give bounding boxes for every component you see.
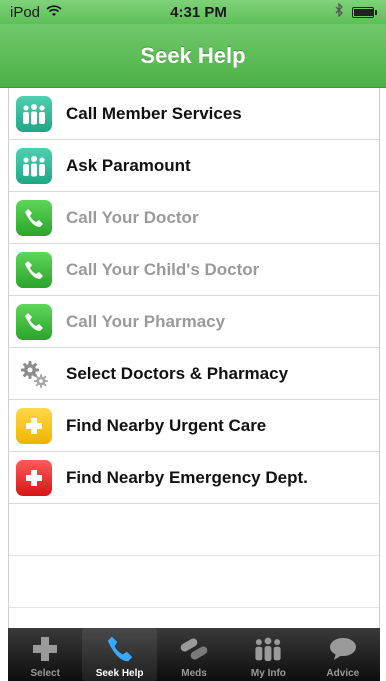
list-item-select-doctors-pharmacy[interactable]: Select Doctors & Pharmacy (9, 348, 379, 400)
gears-icon (16, 356, 52, 392)
status-left: iPod (10, 4, 62, 21)
plus-icon (16, 459, 52, 496)
plus-icon (28, 633, 62, 665)
tab-label: Select (30, 668, 60, 679)
tab-meds[interactable]: Meds (157, 628, 231, 681)
page-title: Seek Help (140, 42, 246, 68)
list-item-label: Ask Paramount (66, 155, 191, 175)
list-item-call-member-services[interactable]: Call Member Services (9, 88, 379, 140)
list-item-call-your-doctor[interactable]: Call Your Doctor (9, 192, 379, 244)
list-item-call-your-childs-doctor[interactable]: Call Your Child's Doctor (9, 244, 379, 296)
tab-label: Meds (181, 668, 207, 679)
list-item-label: Call Your Pharmacy (66, 311, 226, 331)
tab-label: My Info (250, 668, 286, 679)
list-item-label: Find Nearby Urgent Care (66, 415, 267, 435)
seek-help-list: Call Member Services Ask Paramount Call … (8, 88, 380, 628)
list-item-label: Find Nearby Emergency Dept. (66, 467, 308, 487)
people-icon (16, 147, 52, 184)
tab-seek-help[interactable]: Seek Help (82, 628, 157, 681)
list-item-ask-paramount[interactable]: Ask Paramount (9, 140, 379, 192)
tab-advice[interactable]: Advice (306, 628, 380, 681)
status-bar: iPod 4:31 PM (0, 0, 386, 24)
list-item-label: Select Doctors & Pharmacy (66, 363, 289, 383)
people-icon (16, 95, 52, 132)
phone-icon (16, 303, 52, 340)
pills-icon (177, 633, 211, 665)
tab-my-info[interactable]: My Info (231, 628, 305, 681)
status-right (335, 2, 377, 21)
empty-row (9, 556, 379, 608)
people-icon (251, 633, 285, 665)
tab-bar: Select Seek Help Meds My Info Advice (8, 628, 380, 681)
list-item-label: Call Your Doctor (66, 207, 199, 227)
list-item-label: Call Your Child's Doctor (66, 259, 260, 279)
nav-bar: Seek Help (0, 24, 386, 88)
phone-icon (103, 633, 137, 665)
tab-label: Seek Help (95, 668, 144, 679)
phone-icon (16, 251, 52, 288)
battery-icon (351, 6, 377, 18)
list-item-call-your-pharmacy[interactable]: Call Your Pharmacy (9, 296, 379, 348)
tab-label: Advice (326, 668, 360, 679)
empty-row (9, 504, 379, 556)
wifi-icon (46, 4, 62, 21)
list-item-label: Call Member Services (66, 103, 242, 123)
list-item-find-nearby-emergency-dept[interactable]: Find Nearby Emergency Dept. (9, 452, 379, 504)
phone-icon (16, 199, 52, 236)
status-time: 4:31 PM (170, 3, 227, 21)
carrier-label: iPod (10, 3, 41, 21)
plus-icon (16, 407, 52, 444)
tab-select[interactable]: Select (8, 628, 82, 681)
bluetooth-icon (335, 2, 344, 21)
list-item-find-nearby-urgent-care[interactable]: Find Nearby Urgent Care (9, 400, 379, 452)
speech-bubble-icon (326, 633, 360, 665)
